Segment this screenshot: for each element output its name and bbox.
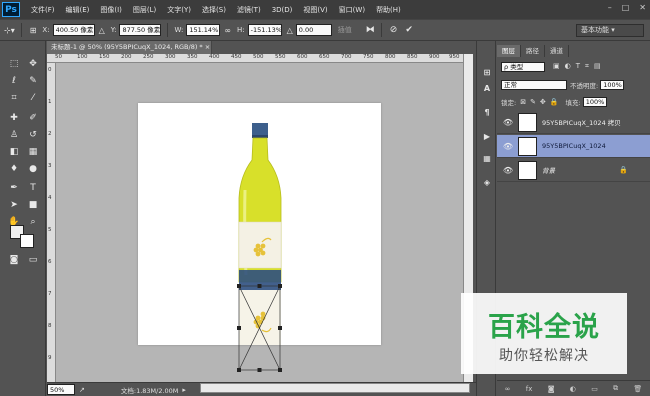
lock-icon: 🔒 [619, 166, 628, 174]
trash-icon[interactable]: 🗑 [633, 385, 642, 393]
wine-bottle-image[interactable] [238, 123, 282, 345]
eye-icon[interactable]: 👁 [501, 118, 515, 127]
layer-name: 背景 [542, 167, 555, 175]
new-layer-icon[interactable]: ⧉ [613, 384, 618, 393]
watermark-overlay: 百科全说 助你轻松解决 [461, 293, 627, 374]
layer-filter-select[interactable]: ρ 类型 [501, 61, 545, 72]
fill-field[interactable]: 100% [582, 96, 607, 107]
blend-row: 正常 不透明度: 100% [501, 78, 647, 91]
opacity-field[interactable]: 100% [600, 79, 625, 90]
info-arrow-icon[interactable]: ▸ [182, 386, 186, 394]
mask-icon[interactable]: ◙ [548, 385, 555, 393]
bottle-cap-ring [252, 135, 268, 138]
layer-name: 95Y5BPICuqX_1024 [542, 142, 606, 150]
layer-name: 95Y5BPICuqX_1024 拷贝 [542, 119, 621, 127]
brush-panel-icon[interactable]: ▦ [479, 151, 495, 167]
layer-row[interactable]: 👁 背景 🔒 [497, 159, 650, 182]
watermark-subtitle: 助你轻松解决 [499, 348, 589, 364]
lock-row: 锁定: ⊠✎✥🔒 填充: 100% [501, 95, 647, 108]
3d-panel-icon[interactable]: ◈ [479, 175, 495, 191]
layer-row[interactable]: 👁 95Y5BPICuqX_1024 拷贝 [497, 111, 650, 134]
layer-thumbnail [518, 160, 537, 180]
folder-icon[interactable]: ▭ [591, 385, 598, 393]
character-panel-icon[interactable]: A [479, 81, 495, 97]
layer-filter-row: ρ 类型 ▣◐T⌗▤ [501, 60, 647, 73]
layers-panel-footer: ∞ fx ◙ ◐ ▭ ⧉ 🗑 [497, 380, 650, 396]
layer-thumbnail [518, 112, 537, 132]
history-panel-icon[interactable]: ⊞ [479, 65, 495, 81]
eye-icon[interactable]: 👁 [501, 166, 515, 175]
bottle-cap [252, 123, 268, 137]
link-icon[interactable]: ∞ [505, 385, 511, 393]
fx-icon[interactable]: fx [526, 385, 533, 393]
paragraph-panel-icon[interactable]: ¶ [479, 105, 495, 121]
actions-panel-icon[interactable]: ▶ [479, 129, 495, 145]
fill-label: 填充: [565, 98, 581, 107]
watermark-title: 百科全说 [488, 312, 600, 343]
horizontal-scrollbar[interactable] [200, 383, 470, 393]
eye-icon[interactable]: 👁 [501, 142, 515, 151]
filter-icons[interactable]: ▣◐T⌗▤ [553, 62, 606, 71]
tab-channels[interactable]: 通道 [545, 45, 569, 57]
tab-layers[interactable]: 图层 [497, 45, 521, 57]
lock-icons[interactable]: ⊠✎✥🔒 [520, 98, 562, 106]
adjustment-icon[interactable]: ◐ [570, 385, 576, 393]
export-icon[interactable]: ↗ [79, 386, 85, 394]
layer-thumbnail [518, 136, 537, 156]
opacity-label: 不透明度: [570, 81, 599, 90]
layer-row[interactable]: 👁 95Y5BPICuqX_1024 [497, 135, 650, 158]
blend-mode-select[interactable]: 正常 [501, 79, 567, 90]
tab-paths[interactable]: 路径 [521, 45, 545, 57]
document-info[interactable]: 文档:1.83M/2.00M [121, 385, 179, 395]
panel-tabs: 图层 路径 通道 [497, 45, 650, 57]
zoom-field[interactable]: 50% [47, 384, 75, 395]
lock-label: 锁定: [501, 98, 517, 107]
